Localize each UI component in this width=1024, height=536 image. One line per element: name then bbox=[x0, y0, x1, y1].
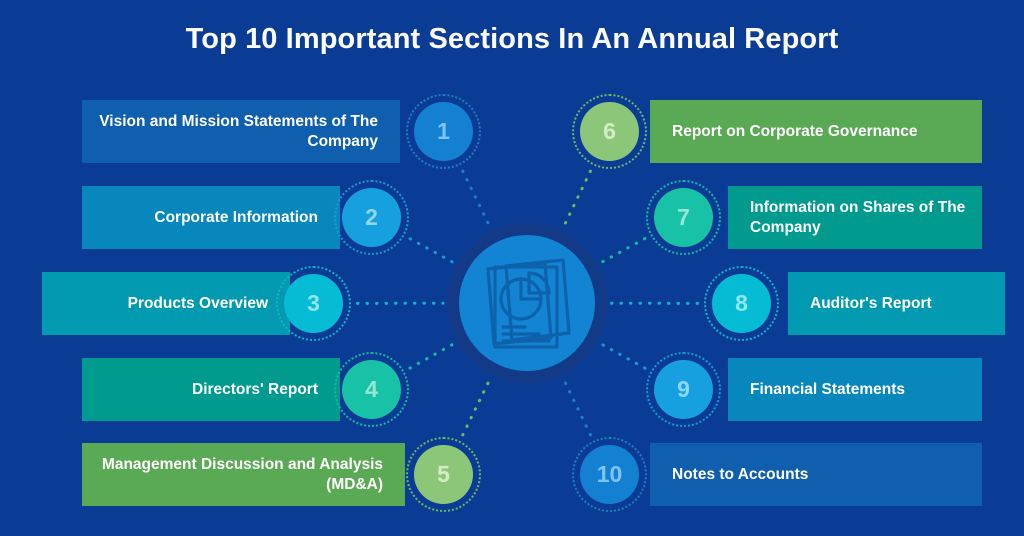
section-node-10[interactable]: 10 bbox=[572, 437, 647, 512]
section-node-6[interactable]: 6 bbox=[572, 94, 647, 169]
section-number-badge: 7 bbox=[654, 188, 713, 247]
section-label: Notes to Accounts bbox=[672, 465, 809, 483]
page-title: Top 10 Important Sections In An Annual R… bbox=[185, 23, 839, 55]
section-bar-6[interactable]: Report on Corporate Governance bbox=[650, 100, 982, 163]
section-label: Report on Corporate Governance bbox=[672, 122, 918, 140]
section-bar-9[interactable]: Financial Statements bbox=[728, 358, 982, 421]
section-number-badge: 8 bbox=[712, 274, 771, 333]
section-label: Information on Shares of The Company bbox=[750, 198, 966, 236]
section-number-badge: 10 bbox=[580, 445, 639, 504]
center-hub-disc bbox=[459, 235, 595, 371]
section-label: Financial Statements bbox=[750, 380, 906, 398]
section-bar-8[interactable]: Auditor's Report bbox=[788, 272, 1005, 335]
section-number-badge: 9 bbox=[654, 360, 713, 419]
section-node-8[interactable]: 8 bbox=[704, 266, 779, 341]
infographic-canvas: Top 10 Important Sections In An Annual R… bbox=[0, 0, 1024, 536]
annual-report-documents-pie-chart-icon bbox=[486, 258, 571, 349]
center-hub bbox=[447, 223, 607, 383]
section-row: Report on Corporate Governance 6 bbox=[0, 94, 1024, 169]
section-bar-7[interactable]: Information on Shares of The Company bbox=[728, 186, 982, 249]
section-node-7[interactable]: 7 bbox=[646, 180, 721, 255]
section-number-badge: 6 bbox=[580, 102, 639, 161]
section-node-9[interactable]: 9 bbox=[646, 352, 721, 427]
section-label: Auditor's Report bbox=[810, 294, 932, 312]
section-row: Notes to Accounts 10 bbox=[0, 437, 1024, 512]
section-bar-10[interactable]: Notes to Accounts bbox=[650, 443, 982, 506]
